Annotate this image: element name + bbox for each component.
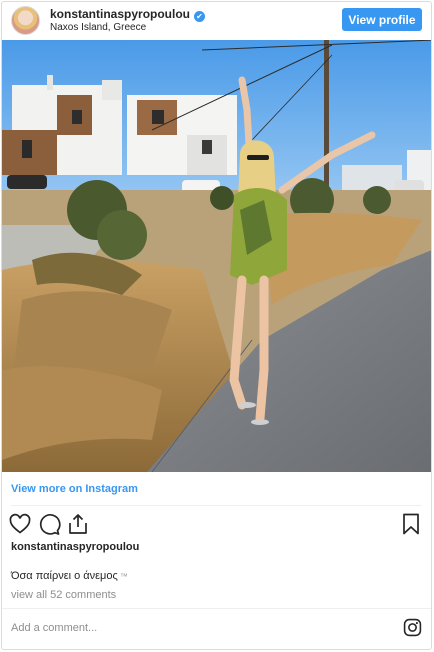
username-link[interactable]: konstantinaspyropoulou ✔ <box>50 7 206 22</box>
post-photo[interactable] <box>2 40 431 472</box>
avatar[interactable] <box>11 6 40 35</box>
add-comment-input[interactable] <box>11 614 391 642</box>
view-comments-link[interactable]: view all 52 comments <box>11 589 116 601</box>
username-text: konstantinaspyropoulou <box>50 7 191 21</box>
heart-icon[interactable] <box>8 512 32 536</box>
divider <box>11 505 422 506</box>
post-header: konstantinaspyropoulou ✔ Naxos Island, Gr… <box>2 2 431 40</box>
view-more-link[interactable]: View more on Instagram <box>11 483 138 495</box>
view-profile-button[interactable]: View profile <box>342 8 422 31</box>
share-icon[interactable] <box>66 512 90 536</box>
instagram-embed-card: konstantinaspyropoulou ✔ Naxos Island, Gr… <box>1 1 432 650</box>
instagram-logo-icon[interactable] <box>403 618 422 637</box>
caption: Όσα παίρνει ο άνεμος ™ <box>11 570 128 582</box>
caption-text: Όσα παίρνει ο άνεμος <box>11 570 118 582</box>
comment-icon[interactable] <box>37 512 61 536</box>
post-photo-image <box>2 40 431 472</box>
verified-badge-icon: ✔ <box>194 11 206 22</box>
bookmark-icon[interactable] <box>399 512 423 536</box>
caption-trademark: ™ <box>119 572 128 581</box>
divider <box>2 608 431 609</box>
poster-username[interactable]: konstantinaspyropoulou <box>11 541 139 553</box>
location-link[interactable]: Naxos Island, Greece <box>50 22 146 33</box>
action-bar <box>2 512 431 538</box>
